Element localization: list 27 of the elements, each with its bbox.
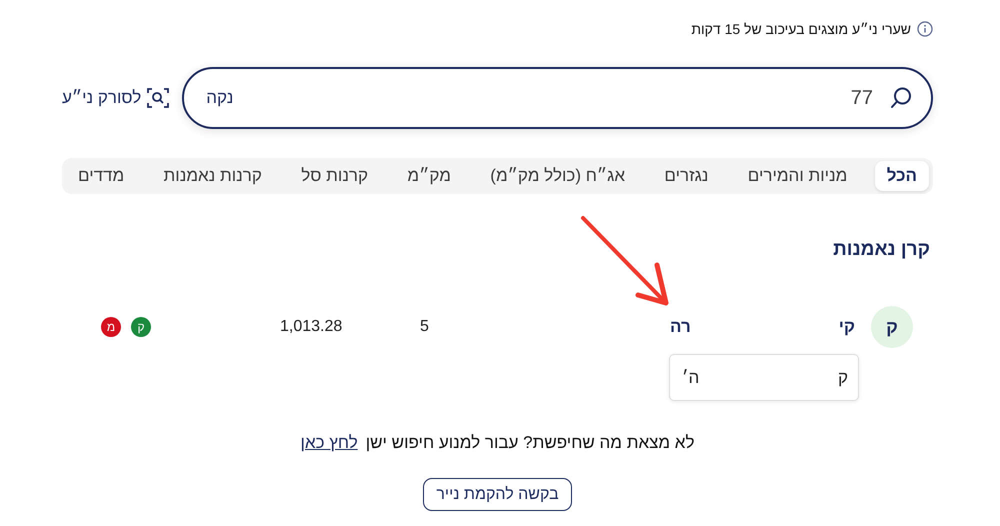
category-tab[interactable]: נגזרים <box>652 161 720 191</box>
info-icon[interactable] <box>917 21 933 37</box>
status-badge: מ <box>101 317 121 337</box>
click-here-link[interactable]: לחץ כאן <box>300 433 358 453</box>
clear-button[interactable]: נקה <box>206 88 234 108</box>
search-icon[interactable] <box>889 86 913 110</box>
tooltip-text: ה׳ <box>682 368 700 388</box>
category-tab[interactable]: מדדים <box>66 161 136 191</box>
category-tab[interactable]: מק״מ <box>395 161 463 191</box>
category-tab[interactable]: אג״ח (כולל מק״מ) <box>478 161 638 191</box>
status-badge: ק <box>131 317 151 337</box>
price-cell-text: 1,013.28 <box>280 318 344 336</box>
fund-avatar: ק <box>871 306 913 348</box>
fund-name[interactable]: רה <box>670 317 691 337</box>
section-title: קרן נאמנות <box>832 238 930 262</box>
category-tab[interactable]: קרנות סל <box>289 161 380 191</box>
scan-icon <box>147 87 170 109</box>
category-tab[interactable]: מניות והמירים <box>736 161 860 191</box>
request-button[interactable]: בקשה להקמת נייר <box>423 478 572 511</box>
fund-name[interactable]: קי <box>838 317 855 337</box>
tooltip-text: ק <box>838 368 848 388</box>
footer-text: לא מצאת מה שחיפשת? עבור למנוע חיפוש ישן <box>366 433 694 453</box>
table-cell-text: 5 <box>420 318 430 336</box>
scanner-button[interactable]: לסורק ני״ע <box>62 87 170 109</box>
category-tab[interactable]: קרנות נאמנות <box>152 161 274 191</box>
category-tab[interactable]: הכל <box>874 161 929 191</box>
delay-notice: שערי ני״ע מוצגים בעיכוב של 15 דקות <box>691 21 911 37</box>
